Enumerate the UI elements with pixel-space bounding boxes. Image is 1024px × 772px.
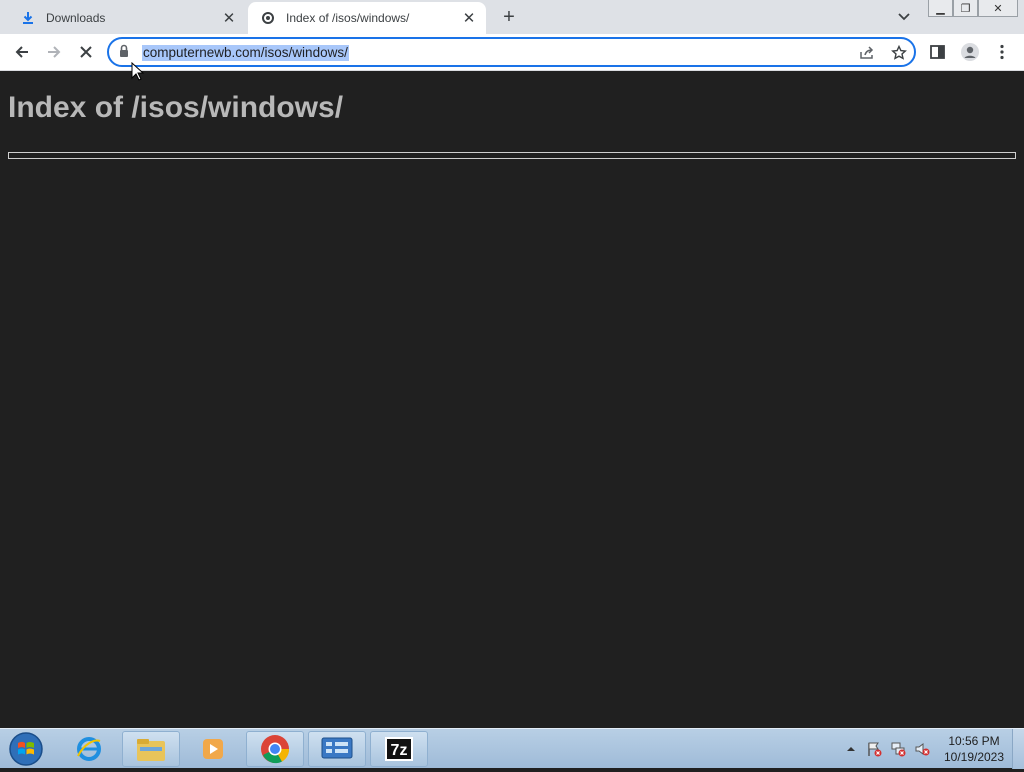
browser-chrome: Downloads ✕ Index of /isos/windows/ ✕ + … (0, 0, 1024, 71)
stop-icon (80, 46, 92, 58)
action-center-icon[interactable] (864, 737, 884, 761)
taskbar-chrome[interactable] (246, 731, 304, 767)
show-desktop-button[interactable] (1012, 729, 1024, 769)
page-title: Index of /isos/windows/ (8, 91, 344, 124)
taskbar-media-player[interactable] (184, 731, 242, 767)
download-icon (20, 10, 36, 26)
kebab-menu-icon (1000, 44, 1004, 60)
back-button[interactable] (9, 40, 35, 64)
system-clock[interactable]: 10:56 PM 10/19/2023 (940, 733, 1008, 765)
lock-icon (119, 44, 133, 60)
browser-toolbar: computernewb.com/isos/windows/ (0, 34, 1024, 71)
horizontal-rule (8, 152, 1016, 159)
windows-orb-icon (9, 732, 43, 766)
taskbar-7zip[interactable]: 7z (370, 731, 428, 767)
7zip-icon: 7z (385, 737, 413, 761)
tab-downloads[interactable]: Downloads ✕ (8, 2, 246, 34)
site-favicon-icon (260, 10, 276, 26)
tab-title: Index of /isos/windows/ (286, 11, 410, 25)
close-tab-icon[interactable]: ✕ (460, 9, 478, 27)
start-button[interactable] (6, 731, 46, 767)
tab-title: Downloads (46, 11, 106, 25)
address-bar[interactable]: computernewb.com/isos/windows/ (107, 37, 916, 67)
close-tab-icon[interactable]: ✕ (220, 9, 238, 27)
restore-icon: ❐ (960, 2, 971, 15)
internet-explorer-icon (77, 737, 101, 761)
tab-strip: Downloads ✕ Index of /isos/windows/ ✕ + … (0, 0, 1024, 34)
bookmark-star-icon[interactable] (889, 43, 909, 63)
new-tab-button[interactable]: + (497, 6, 521, 28)
stop-loading-button[interactable] (73, 40, 99, 64)
profile-button[interactable] (957, 40, 983, 64)
minimize-button[interactable]: ▁ (928, 0, 953, 17)
volume-muted-icon[interactable] (912, 737, 932, 761)
control-panel-icon (321, 737, 353, 759)
minimize-icon: ▁ (936, 2, 945, 15)
restore-button[interactable]: ❐ (953, 0, 978, 17)
share-icon[interactable] (857, 43, 877, 63)
taskbar-control-panel[interactable] (308, 731, 366, 767)
clock-date: 10/19/2023 (943, 750, 1005, 764)
menu-button[interactable] (989, 40, 1015, 64)
back-arrow-icon (15, 46, 28, 58)
media-player-icon (203, 739, 223, 759)
network-icon[interactable] (888, 737, 908, 761)
tab-search-button[interactable] (893, 8, 915, 26)
url-text[interactable]: computernewb.com/isos/windows/ (142, 45, 349, 61)
taskbar-file-explorer[interactable] (122, 731, 180, 767)
avatar-icon (961, 43, 979, 61)
tab-index-of-isos-windows[interactable]: Index of /isos/windows/ ✕ (248, 2, 486, 34)
mouse-cursor-icon (131, 62, 145, 81)
file-explorer-icon (137, 739, 165, 761)
taskbar: 7z 10:56 PM 10/19/2023 (0, 728, 1024, 769)
chevron-up-icon (847, 747, 855, 751)
forward-arrow-icon (48, 46, 61, 58)
side-panel-icon (930, 45, 945, 59)
show-hidden-icons-button[interactable] (844, 737, 858, 761)
clock-time: 10:56 PM (948, 734, 1000, 748)
forward-button[interactable] (41, 40, 67, 64)
taskbar-internet-explorer[interactable] (60, 731, 118, 767)
close-icon: ✕ (993, 2, 1003, 15)
chevron-down-icon (898, 13, 910, 21)
side-panel-button[interactable] (925, 40, 951, 64)
chrome-icon (261, 735, 290, 764)
window-controls: ▁ ❐ ✕ (928, 0, 1018, 17)
close-window-button[interactable]: ✕ (978, 0, 1018, 17)
page-content: Index of /isos/windows/ (0, 71, 1024, 728)
